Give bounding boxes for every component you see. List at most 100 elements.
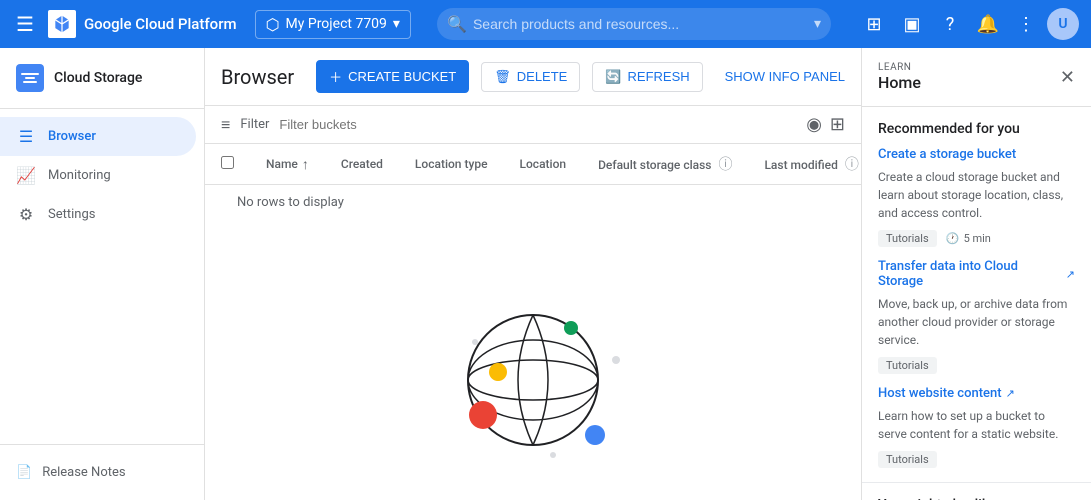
storage-class-help-icon[interactable]: ⓘ [718,157,732,173]
panel-tag-1: Tutorials [878,357,937,374]
filter-input[interactable] [279,117,796,132]
th-storage-class-label: Default storage class [598,158,711,172]
sidebar: Cloud Storage ☰ Browser 📈 Monitoring ⚙ S… [0,48,205,500]
panel-item-0: Create a storage bucket Create a cloud s… [878,147,1075,247]
th-location[interactable]: Location [504,144,583,185]
app-title: Google Cloud Platform [84,15,237,33]
checkbox-input[interactable] [221,156,234,169]
th-created-label: Created [341,157,383,171]
create-bucket-button[interactable]: ＋ CREATE BUCKET [316,60,469,93]
external-link-icon-2: ↗ [1006,387,1015,400]
refresh-icon: 🔄 [605,69,621,85]
sidebar-item-browser[interactable]: ☰ Browser [0,117,196,156]
panel-tags-0: Tutorials 🕐 5 min [878,230,1075,247]
delete-button[interactable]: 🗑 DELETE [481,62,580,92]
recommended-title: Recommended for you [878,121,1075,137]
search-chevron-icon: ▾ [814,16,821,32]
refresh-label: REFRESH [628,69,690,84]
sidebar-item-settings-label: Settings [48,207,95,222]
panel-header: LEARN Home ✕ [862,48,1091,107]
refresh-button[interactable]: 🔄 REFRESH [592,62,702,92]
browser-header: Browser ＋ CREATE BUCKET 🗑 DELETE 🔄 REFRE… [205,48,861,106]
filter-label: Filter [240,117,269,132]
project-selector[interactable]: ⬡ My Project 7709 ▾ [255,10,411,39]
avatar[interactable]: U [1047,8,1079,40]
sidebar-item-monitoring[interactable]: 📈 Monitoring [0,156,196,195]
table-container: Name ↑ Created Location type Location [205,144,861,500]
empty-illustration [423,260,643,480]
panel-time-text: 5 min [964,232,991,245]
filter-bar: ≡ Filter ◉ ⊞ [205,106,861,144]
delete-icon: 🗑 [494,69,511,85]
empty-state: Store and retrieve your data Get started… [205,220,861,500]
th-location-type-label: Location type [415,157,488,171]
panel-link-1-text: Transfer data into Cloud Storage [878,259,1062,289]
notifications-icon[interactable]: 🔔 [971,7,1005,41]
more-options-icon[interactable]: ⋮ [1009,7,1043,41]
panel-time-0: 🕐 5 min [946,232,991,245]
show-info-panel-button[interactable]: SHOW INFO PANEL [725,69,845,84]
project-name: My Project 7709 [286,16,387,32]
main-layout: Cloud Storage ☰ Browser 📈 Monitoring ⚙ S… [0,48,1091,500]
sidebar-footer: 📄 Release Notes [0,444,204,500]
sidebar-item-settings[interactable]: ⚙ Settings [0,195,196,234]
filter-icon: ≡ [221,115,230,135]
th-default-storage-class[interactable]: Default storage class ⓘ [582,144,748,185]
hamburger-icon[interactable]: ☰ [12,8,38,40]
monitoring-icon: 📈 [16,166,36,185]
empty-svg [423,260,643,480]
th-last-modified[interactable]: Last modified ⓘ [748,144,861,185]
panel-link-0[interactable]: Create a storage bucket [878,147,1075,162]
sidebar-item-release-notes[interactable]: 📄 Release Notes [16,457,188,488]
right-panel: LEARN Home ✕ Recommended for you Create … [861,48,1091,500]
delete-label: DELETE [517,69,568,84]
no-rows-row: No rows to display [205,185,861,221]
panel-text-2: Learn how to set up a bucket to serve co… [878,407,1075,443]
th-location-label: Location [520,157,567,171]
add-icon: ＋ [329,67,342,86]
cloud-storage-icon [16,64,44,92]
gcp-logo-icon [48,10,76,38]
sidebar-title: Cloud Storage [54,70,142,86]
sort-arrow-icon: ↑ [302,156,309,173]
sidebar-nav: ☰ Browser 📈 Monitoring ⚙ Settings [0,109,204,444]
th-name-label: Name [266,157,298,171]
close-icon[interactable]: ✕ [1060,67,1075,88]
search-input[interactable] [437,8,831,40]
no-rows-text: No rows to display [221,179,360,226]
filter-grid-icon[interactable]: ⊞ [830,114,845,135]
nav-icon-group: ⊞ ▣ ? 🔔 ⋮ U [857,7,1079,41]
panel-tag-0: Tutorials [878,230,937,247]
filter-view-controls: ◉ ⊞ [806,114,845,135]
create-bucket-label: CREATE BUCKET [348,69,456,84]
panel-item-1: Transfer data into Cloud Storage ↗ Move,… [878,259,1075,374]
search-icon: 🔍 [447,15,467,34]
sidebar-item-monitoring-label: Monitoring [48,168,111,183]
app-logo: Google Cloud Platform [48,10,237,38]
sidebar-header: Cloud Storage [0,48,204,109]
th-location-type[interactable]: Location type [399,144,504,185]
help-icon[interactable]: ? [933,7,967,41]
filter-circle-icon[interactable]: ◉ [806,114,822,135]
panel-link-2[interactable]: Host website content ↗ [878,386,1075,401]
release-notes-label: Release Notes [42,465,125,480]
content-area: Browser ＋ CREATE BUCKET 🗑 DELETE 🔄 REFRE… [205,48,861,500]
browser-title: Browser [221,65,294,89]
last-modified-help-icon[interactable]: ⓘ [845,157,859,173]
marketplace-icon[interactable]: ⊞ [857,7,891,41]
clock-icon: 🕐 [946,232,960,245]
panel-item-2: Host website content ↗ Learn how to set … [878,386,1075,468]
top-nav: ☰ Google Cloud Platform ⬡ My Project 770… [0,0,1091,48]
buckets-table: Name ↑ Created Location type Location [205,144,861,220]
panel-home-label: Home [878,73,921,92]
panel-link-2-text: Host website content [878,386,1002,401]
chevron-down-icon: ▾ [393,16,400,32]
panel-text-0: Create a cloud storage bucket and learn … [878,168,1075,222]
external-link-icon-1: ↗ [1066,268,1075,281]
panel-link-0-text: Create a storage bucket [878,147,1016,162]
browser-icon: ☰ [16,127,36,146]
th-last-modified-label: Last modified [764,158,837,172]
panel-link-1[interactable]: Transfer data into Cloud Storage ↗ [878,259,1075,289]
cloud-shell-icon[interactable]: ▣ [895,7,929,41]
panel-learn-label: LEARN [878,62,921,73]
